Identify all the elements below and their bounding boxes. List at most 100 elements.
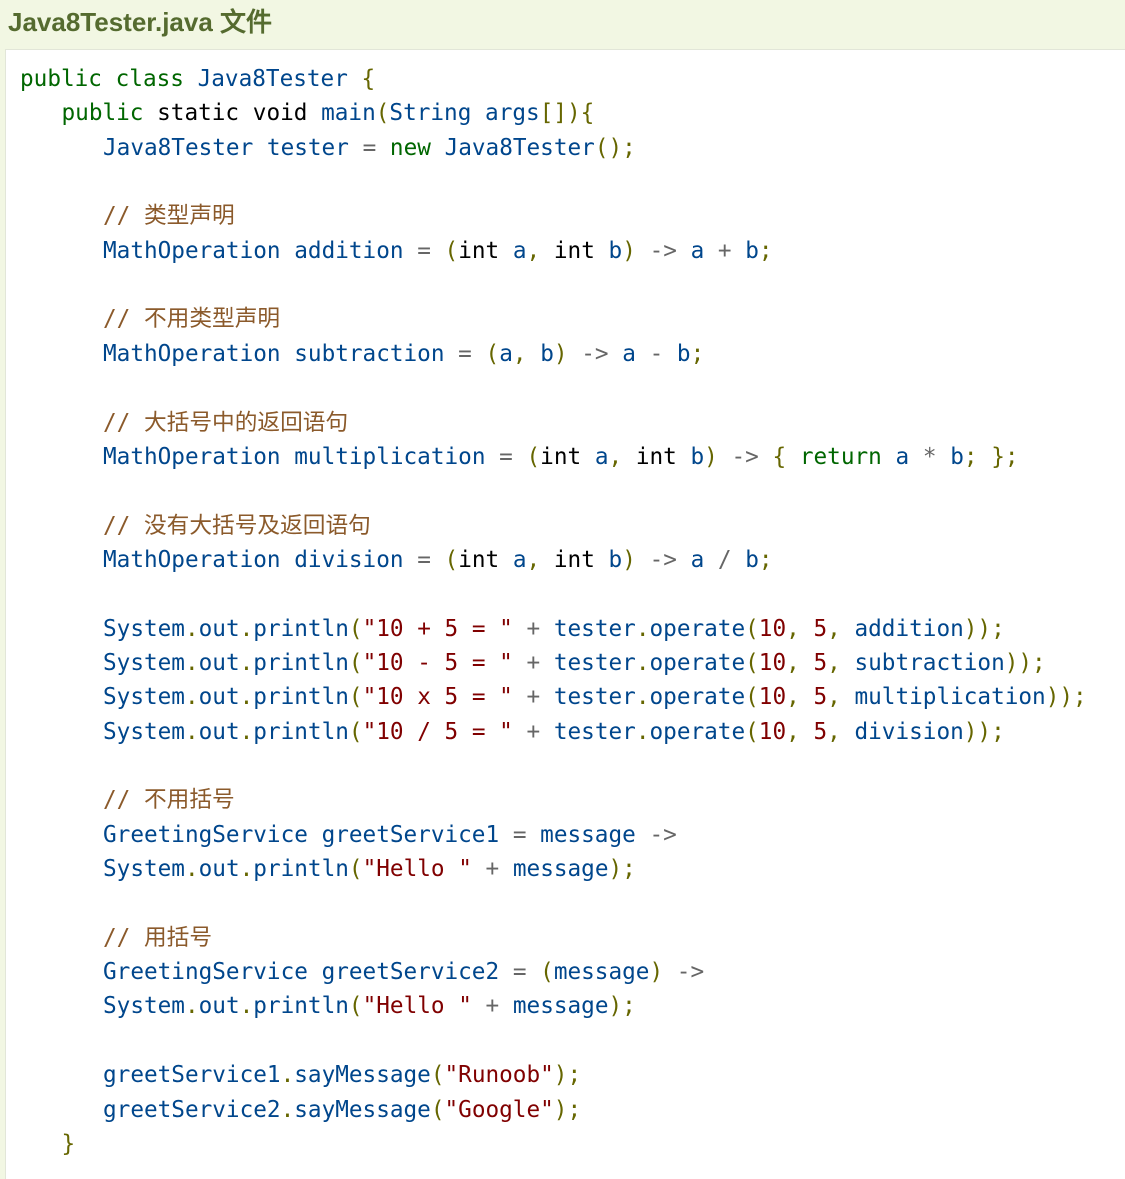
code-token: . (239, 615, 254, 642)
code-token: tester (553, 649, 636, 676)
code-token: ) (553, 340, 568, 367)
code-token: )); (963, 718, 1005, 745)
code-token: + (485, 993, 500, 1020)
code-token: greetService2 (321, 959, 500, 986)
code-token: "Runoob" (444, 1062, 554, 1089)
code-token: int (458, 237, 500, 264)
code-token: a (512, 546, 527, 573)
code-token: message (512, 993, 609, 1020)
code-token: "10 / 5 = " (362, 718, 513, 745)
code-token: a (690, 237, 705, 264)
code-token: return (799, 443, 882, 470)
code-token: ( (348, 993, 363, 1020)
code-line: System.out.println("Hello " + message); (103, 989, 636, 1023)
code-token: -> (676, 959, 705, 986)
code-token: )); (963, 615, 1005, 642)
code-token: ( (444, 546, 459, 573)
code-token: . (239, 718, 254, 745)
code-token: "10 + 5 = " (362, 615, 513, 642)
code-token: Java8Tester (197, 66, 348, 92)
code-token: b (950, 443, 964, 470)
code-token: int (540, 443, 582, 470)
code-token: println (253, 856, 349, 883)
code-token: operate (649, 684, 746, 711)
code-token: ); (608, 856, 636, 883)
code-line: } (62, 1127, 76, 1161)
code-line: GreetingService greetService2 = (message… (103, 955, 704, 989)
code-token: message (540, 821, 636, 848)
code-token: ); (553, 1062, 582, 1089)
code-token: = (362, 134, 377, 161)
code-token: - (649, 340, 664, 367)
code-line: // 不用括号 (103, 783, 235, 817)
code-token: out (198, 856, 240, 883)
code-line: // 用括号 (103, 921, 212, 955)
code-token: out (198, 718, 240, 745)
code-line: MathOperation division = (int a, int b) … (103, 543, 773, 577)
code-token: b (540, 340, 554, 367)
code-token: . (184, 615, 199, 642)
code-token: ) (622, 237, 636, 264)
code-token: "10 x 5 = " (362, 684, 513, 711)
code-token: out (198, 684, 240, 711)
code-token: , (827, 649, 841, 676)
code-token: GreetingService (103, 821, 308, 848)
code-token: = (512, 821, 527, 848)
code-token: a (499, 340, 513, 367)
code-token: println (253, 993, 349, 1020)
code-token: ) (649, 959, 664, 986)
code-token: . (635, 718, 650, 745)
code-token: addition (854, 615, 964, 642)
code-token: } (61, 1130, 76, 1157)
code-token: out (198, 993, 240, 1020)
code-token: ( (485, 340, 500, 367)
code-token: System (103, 993, 185, 1020)
code-token: 10 (758, 684, 787, 711)
code-token: ) (704, 443, 718, 470)
code-token: message (553, 959, 650, 986)
code-line: greetService2.sayMessage("Google"); (103, 1093, 581, 1127)
code-token: )); (1045, 684, 1087, 711)
code-token: -> (649, 237, 677, 264)
code-token: int (553, 546, 595, 573)
code-token: a (622, 340, 636, 367)
code-line: // 没有大括号及返回语句 (103, 509, 371, 543)
code-token: 5 (813, 649, 828, 676)
code-token: message (512, 856, 609, 883)
code-token: void (252, 100, 308, 127)
code-token: MathOperation (103, 340, 281, 367)
code-token: // 不用类型声明 (103, 306, 281, 333)
code-token: division (854, 718, 964, 745)
code-token: b (676, 340, 691, 367)
code-token: ( (745, 615, 759, 642)
code-token: greetService2 (103, 1096, 281, 1123)
code-token: System (103, 684, 185, 711)
code-line: // 不用类型声明 (103, 302, 280, 336)
code-line: // 大括号中的返回语句 (103, 406, 348, 440)
code-block: public class Java8Tester {public static … (5, 49, 1125, 1179)
code-token: ; (758, 546, 773, 573)
code-token: main (321, 100, 376, 127)
code-token: + (717, 237, 732, 264)
code-token: Java8Tester (103, 134, 254, 161)
